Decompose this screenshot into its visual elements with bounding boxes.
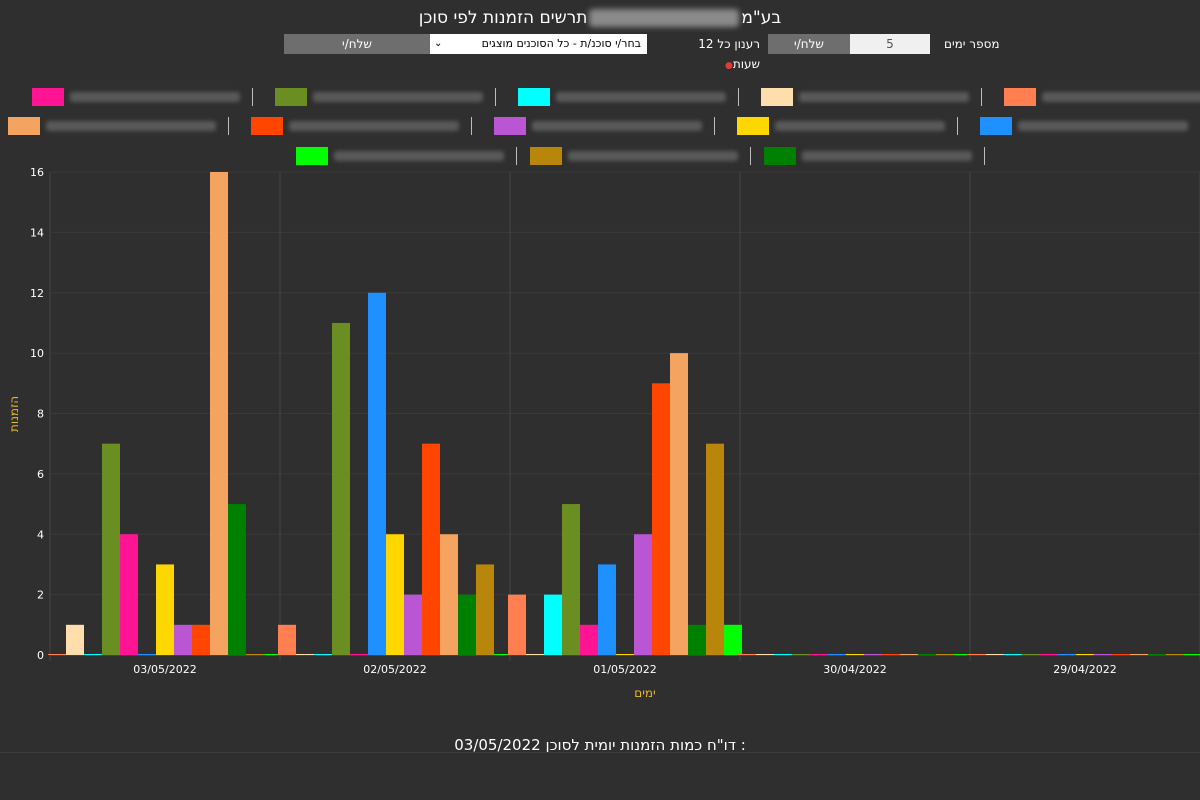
x-tick-label: 29/04/2022 — [1053, 663, 1116, 676]
bar — [1112, 654, 1130, 655]
bar — [210, 172, 228, 655]
y-tick-label: 16 — [30, 166, 44, 179]
bar — [120, 534, 138, 655]
bar — [278, 624, 296, 655]
bar — [1184, 654, 1200, 655]
bar — [598, 564, 616, 655]
bar — [84, 654, 102, 655]
y-tick-label: 10 — [30, 347, 44, 360]
y-tick-label: 4 — [37, 528, 44, 541]
bar — [1058, 654, 1076, 655]
bar — [688, 624, 706, 655]
bar — [332, 322, 350, 655]
bar — [296, 654, 314, 655]
bar — [102, 443, 120, 655]
x-tick-label: 02/05/2022 — [363, 663, 426, 676]
bar — [918, 654, 936, 655]
bar — [1094, 654, 1112, 655]
y-tick-label: 8 — [37, 408, 44, 421]
bar — [192, 624, 210, 655]
bar — [1004, 654, 1022, 655]
bar — [246, 654, 264, 655]
y-tick-label: 6 — [37, 468, 44, 481]
bar — [828, 654, 846, 655]
bar — [1166, 654, 1184, 655]
bar — [404, 594, 422, 655]
y-tick-label: 2 — [37, 589, 44, 602]
divider — [0, 752, 1200, 753]
bar — [508, 594, 526, 655]
bar — [526, 654, 544, 655]
bar — [706, 443, 724, 655]
bar — [458, 594, 476, 655]
bar — [580, 624, 598, 655]
bar-chart: 0 2 4 6 8 10 12 14 16 03/05/2022 02/05/2022 01/05/2… — [7, 166, 1200, 700]
bar — [1076, 654, 1094, 655]
bar — [174, 624, 192, 655]
bar — [986, 654, 1004, 655]
bar — [936, 654, 954, 655]
bar — [724, 624, 742, 655]
bar — [900, 654, 918, 655]
bar — [440, 534, 458, 655]
bar — [846, 654, 864, 655]
bar — [1040, 654, 1058, 655]
bar — [634, 534, 652, 655]
bar — [882, 654, 900, 655]
bar — [968, 654, 986, 655]
bar — [756, 654, 774, 655]
x-tick-label: 01/05/2022 — [593, 663, 656, 676]
bar — [66, 624, 84, 655]
y-tick-label: 14 — [30, 226, 44, 239]
x-tick-label: 03/05/2022 — [133, 663, 196, 676]
bar — [350, 654, 368, 655]
bar — [138, 654, 156, 655]
bar — [670, 353, 688, 655]
bar — [314, 654, 332, 655]
bar — [774, 654, 792, 655]
bar — [386, 534, 404, 655]
bar — [422, 443, 440, 655]
y-tick-label: 0 — [37, 649, 44, 662]
bar — [476, 564, 494, 655]
bar — [792, 654, 810, 655]
bar — [156, 564, 174, 655]
bar — [544, 594, 562, 655]
bar — [228, 504, 246, 655]
bar — [864, 654, 882, 655]
x-tick-label: 30/04/2022 — [823, 663, 886, 676]
bar — [48, 654, 66, 655]
bar — [1148, 654, 1166, 655]
bar — [1022, 654, 1040, 655]
bar — [652, 383, 670, 655]
y-axis-title: הזמנות — [7, 396, 21, 432]
bar — [562, 504, 580, 655]
y-tick-label: 12 — [30, 287, 44, 300]
bar — [738, 654, 756, 655]
bar — [616, 654, 634, 655]
bar — [810, 654, 828, 655]
bar — [1130, 654, 1148, 655]
bar — [368, 292, 386, 655]
x-axis-title: ימים — [634, 686, 655, 700]
